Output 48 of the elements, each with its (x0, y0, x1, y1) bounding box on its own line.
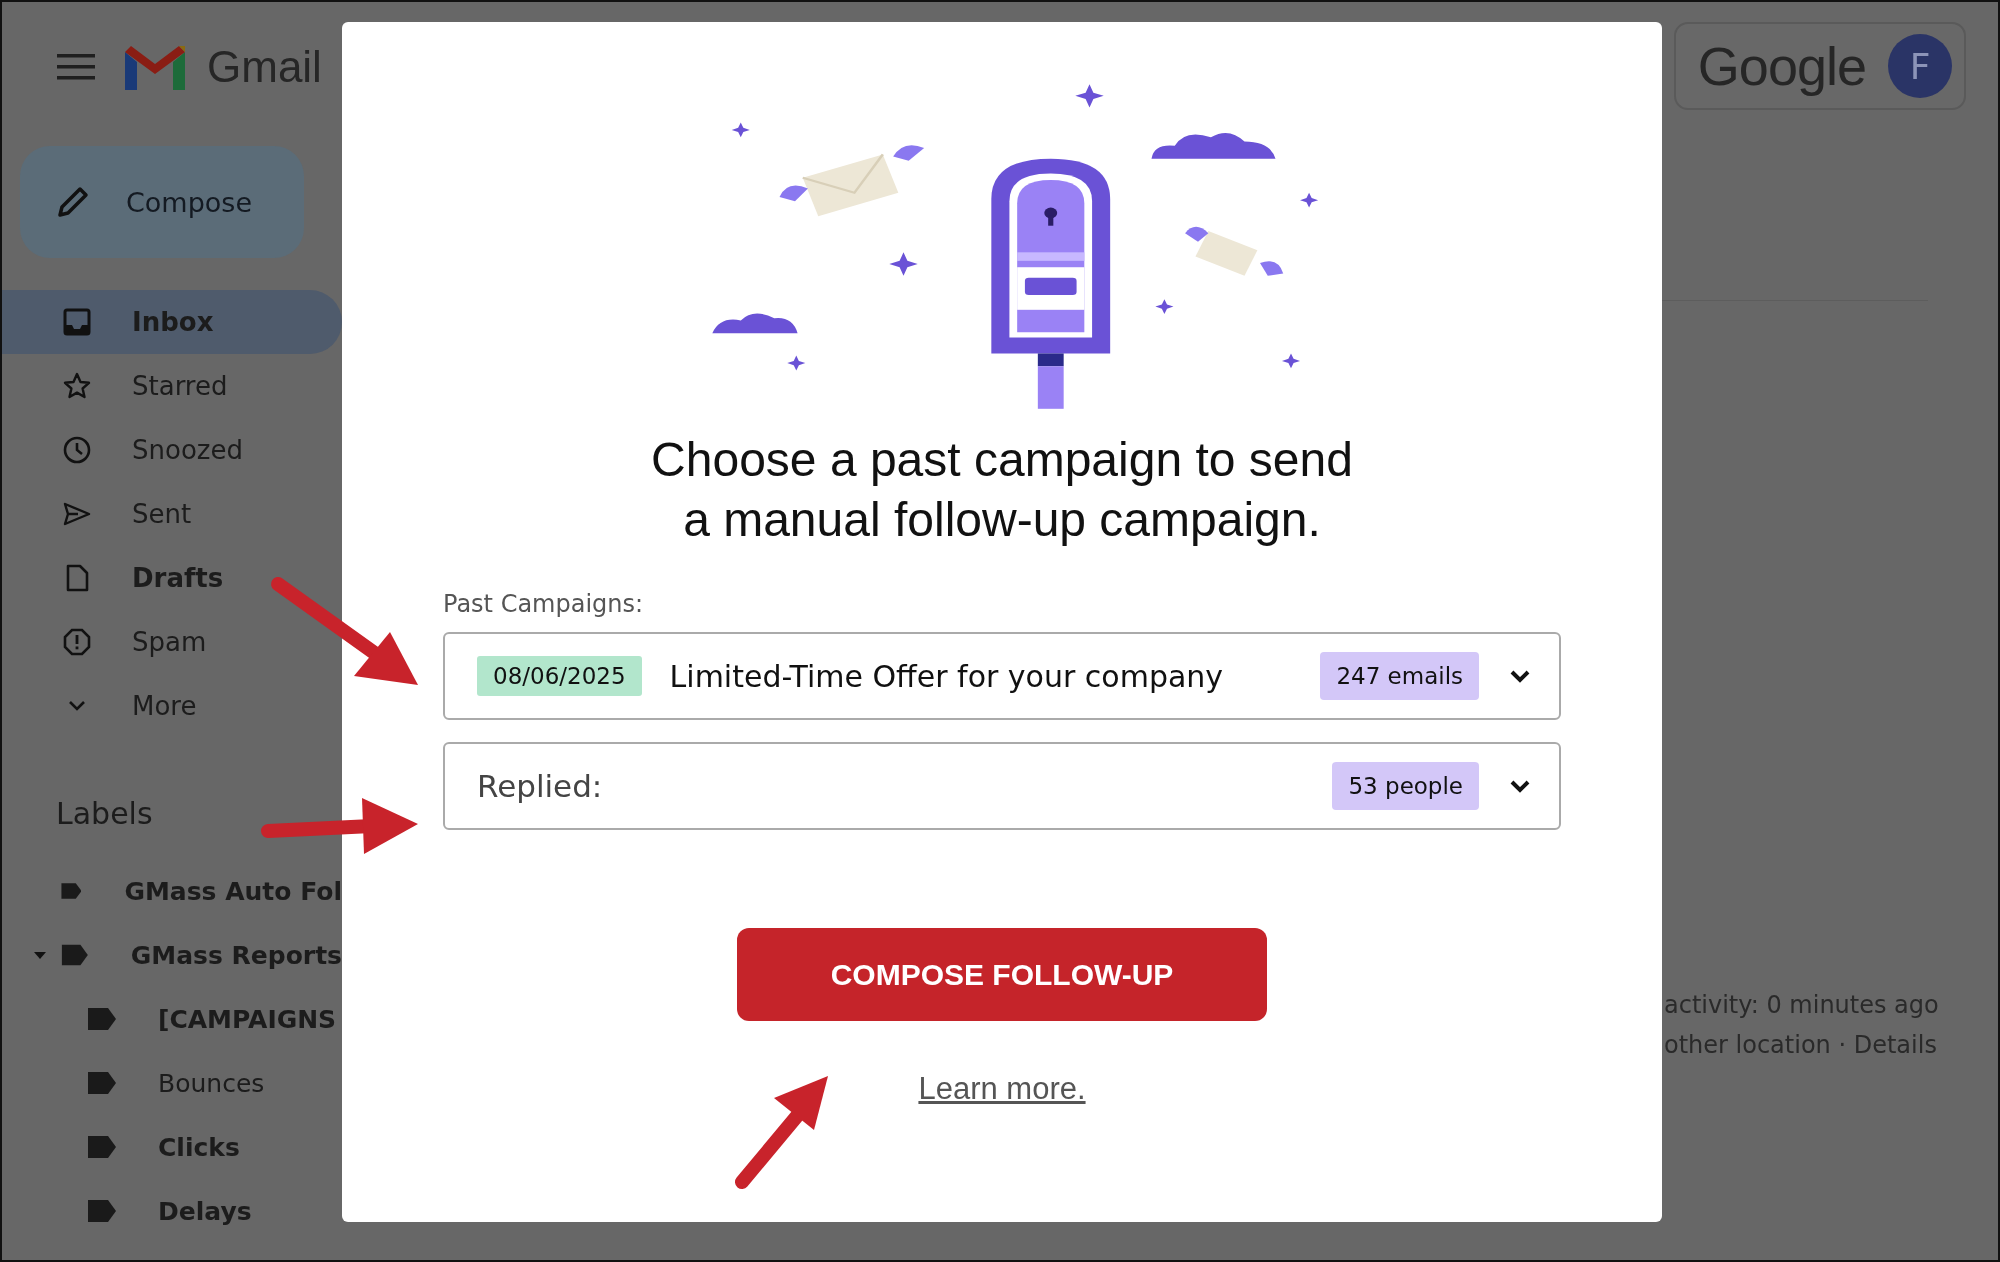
filter-label: Replied: (477, 768, 604, 804)
chevron-down-icon (1509, 668, 1531, 684)
menu-icon[interactable] (57, 54, 95, 80)
nav-item[interactable]: Drafts (2, 546, 342, 610)
date-badge: 08/06/2025 (477, 656, 642, 696)
campaign-subject: Limited-Time Offer for your company (669, 658, 1225, 694)
app-name: Gmail (207, 42, 322, 92)
label-item[interactable]: Clicks (2, 1115, 342, 1179)
compose-button[interactable]: Compose (20, 146, 304, 258)
count-badge: 53 people (1332, 762, 1479, 810)
count-badge: 247 emails (1320, 652, 1479, 700)
compose-follow-up-button[interactable]: COMPOSE FOLLOW-UP (737, 928, 1267, 1021)
envelope-logo-icon (125, 44, 185, 90)
avatar[interactable]: F (1888, 34, 1952, 98)
label-tag-icon (86, 1200, 116, 1222)
learn-more-link[interactable]: Learn more. (918, 1071, 1086, 1107)
label-tag-icon (86, 1072, 116, 1094)
nav-item[interactable]: Inbox (2, 290, 342, 354)
chevron-down-icon (1509, 778, 1531, 794)
campaign-select[interactable]: 08/06/2025 Limited-Time Offer for your company 247 emails (443, 632, 1561, 720)
label-tag-icon (60, 880, 82, 902)
clock-icon (62, 435, 92, 465)
label-tag-icon (86, 1008, 116, 1030)
label-item[interactable]: Bounces (2, 1051, 342, 1115)
activity-text: other location · Details (1664, 1031, 1938, 1059)
account-switcher[interactable]: Google F (1673, 22, 1966, 110)
label-tag-icon (60, 944, 88, 966)
field-label: Past Campaigns: (443, 590, 645, 618)
dialog-title: a manual follow-up campaign. (683, 492, 1321, 548)
nav-item[interactable]: Starred (2, 354, 342, 418)
inbox-icon (62, 307, 92, 337)
nav-item[interactable]: More (2, 674, 342, 738)
star-icon (62, 371, 92, 401)
filter-select[interactable]: Replied: 53 people (443, 742, 1561, 830)
nav-item[interactable]: Snoozed (2, 418, 342, 482)
pencil-icon (56, 185, 90, 219)
label-item[interactable]: Delays (2, 1179, 342, 1243)
label-tag-icon (86, 1136, 116, 1158)
nav-item[interactable]: Spam (2, 610, 342, 674)
label-item[interactable]: GMass Auto Fol (2, 859, 342, 923)
section-heading: Labels (56, 796, 154, 831)
warning-icon (62, 627, 92, 657)
dialog-title: Choose a past campaign to send (651, 432, 1353, 488)
nav-item[interactable]: Sent (2, 482, 342, 546)
activity-text: activity: 0 minutes ago (1664, 991, 1940, 1019)
label-item[interactable]: GMass Reports (2, 923, 342, 987)
label-item[interactable]: [CAMPAIGNS (2, 987, 342, 1051)
brand-name: Google (1697, 35, 1866, 97)
